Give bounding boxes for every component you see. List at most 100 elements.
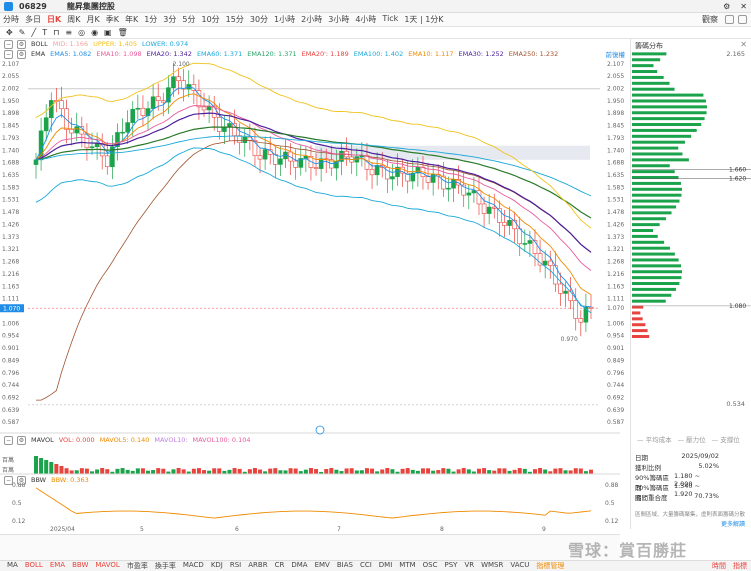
price-tick-label-left: 0.796 [2, 370, 19, 377]
chip-legend-item[interactable]: — 平均成本 [637, 434, 672, 444]
mavol-ma5: MAVOL5: 0.140 [99, 436, 150, 444]
close-icon[interactable]: ✕ [740, 40, 747, 49]
price-tick-label-left: 1.793 [2, 135, 19, 142]
candle-body [59, 100, 64, 109]
price-tick-label-left: 0.901 [2, 345, 19, 352]
chip-stat-value: 5.02% [698, 462, 719, 470]
indicator-tab[interactable]: 指標管理 [536, 561, 564, 571]
volume-bar [135, 468, 140, 474]
price-tick-label-left: 0.587 [2, 419, 19, 426]
time-navigator[interactable] [0, 534, 620, 560]
chip-legend-item[interactable]: — 壓力位 [678, 434, 706, 444]
chip-stat-key: 區間重合度 [635, 494, 668, 502]
indicator-right-tab[interactable]: 指標 [733, 561, 747, 571]
volume-bar [553, 468, 558, 474]
indicator-tab[interactable]: OSC [423, 561, 438, 571]
date-tick: 6 [235, 526, 239, 533]
bbw-tick: 0.12 [12, 518, 26, 525]
indicator-tab[interactable]: BOLL [25, 561, 43, 571]
chip-more-link[interactable]: 更多解讀 [721, 519, 745, 528]
bbw-value: BBW: 0.363 [51, 476, 89, 484]
price-tick-label: 1.478 [607, 209, 624, 216]
indicator-tab[interactable]: ARBR [248, 561, 267, 571]
indicator-tab[interactable]: EMV [315, 561, 330, 571]
settings-icon[interactable]: ⚙ [17, 435, 26, 445]
indicator-tab[interactable]: VACU [510, 561, 529, 571]
indicator-tab[interactable]: BBW [72, 561, 88, 571]
candle-body [374, 165, 380, 176]
mavol-ma100: MAVOL100: 0.104 [192, 436, 251, 444]
chip-stat-value: 70.73% [694, 492, 719, 500]
indicator-tab[interactable]: PSY [444, 561, 457, 571]
volume-bar [441, 468, 446, 474]
indicator-tab[interactable]: 市盈率 [127, 561, 148, 571]
candle-body [74, 126, 80, 134]
volume-bar [497, 468, 502, 474]
volume-bar [334, 469, 339, 474]
indicator-tab[interactable]: KDJ [211, 561, 223, 571]
indicator-tab[interactable]: MAVOL [95, 561, 119, 571]
candle-body [481, 203, 487, 214]
price-tick-label-left: 0.954 [2, 333, 19, 340]
volume-bar [34, 456, 38, 474]
price-tick-label: 1.006 [607, 320, 624, 327]
chip-legend-item[interactable]: — 支撐位 [712, 434, 740, 444]
indicator-tab[interactable]: 換手率 [155, 561, 176, 571]
collapse-icon[interactable]: − [4, 435, 13, 445]
candle-body [502, 222, 507, 226]
price-tick-label-left: 1.268 [2, 259, 19, 266]
volume-bar [543, 469, 548, 474]
chip-stat-value: 2025/09/02 [681, 452, 719, 460]
volume-bar [293, 468, 298, 474]
volume-bar [74, 470, 79, 474]
indicator-tab[interactable]: DMI [379, 561, 393, 571]
candle-body [176, 76, 181, 81]
price-tick-label-left: 1.478 [2, 209, 19, 216]
volume-bar [405, 468, 410, 474]
indicator-tab[interactable]: BIAS [337, 561, 353, 571]
indicator-tab[interactable]: RSI [230, 561, 241, 571]
settings-icon[interactable]: ⚙ [17, 475, 26, 485]
candle-body [69, 129, 74, 134]
candle-body [588, 306, 594, 309]
volume-bar [283, 470, 288, 474]
volume-bar [456, 469, 461, 474]
indicator-tab[interactable]: CR [275, 561, 285, 571]
price-tick-label-left: 1.531 [2, 197, 19, 204]
indicator-tab[interactable]: MACD [183, 561, 204, 571]
candle-body [293, 160, 298, 168]
indicator-tab[interactable]: VR [464, 561, 474, 571]
collapse-icon[interactable]: − [4, 475, 13, 485]
indicator-tab[interactable]: CCI [360, 561, 372, 571]
volume-bar [278, 470, 283, 474]
candle-body [563, 290, 568, 294]
indicator-right-tab[interactable]: 時間 [712, 561, 726, 571]
scroll-button[interactable] [315, 425, 325, 435]
volume-bar [359, 470, 364, 474]
indicator-tab[interactable]: WMSR [481, 561, 503, 571]
volume-bar [370, 468, 375, 474]
volume-bar [171, 469, 176, 474]
volume-bar [410, 469, 415, 474]
volume-bar [268, 468, 273, 474]
volume-bar [446, 468, 451, 474]
volume-bar [252, 468, 257, 474]
chip-stat-key: 日期 [635, 454, 648, 462]
price-tick-label: 2.055 [607, 73, 624, 80]
price-tick-label: 1.373 [607, 234, 624, 241]
volume-bar [140, 468, 145, 474]
indicator-tab[interactable]: MA [7, 561, 18, 571]
price-tick-label: 1.793 [607, 135, 624, 142]
indicator-tab[interactable]: MTM [399, 561, 415, 571]
volume-bar [161, 468, 166, 474]
volume-bar [105, 469, 110, 474]
price-tick-label: 1.531 [607, 197, 624, 204]
candle-body [542, 260, 548, 266]
indicator-tab[interactable]: EMA [50, 561, 65, 571]
price-tick-label: 0.744 [607, 382, 624, 389]
candle-body [527, 240, 533, 244]
volume-bar [390, 469, 395, 474]
indicator-tab[interactable]: DMA [291, 561, 307, 571]
volume-bar [308, 468, 313, 474]
candle-body [125, 122, 130, 133]
